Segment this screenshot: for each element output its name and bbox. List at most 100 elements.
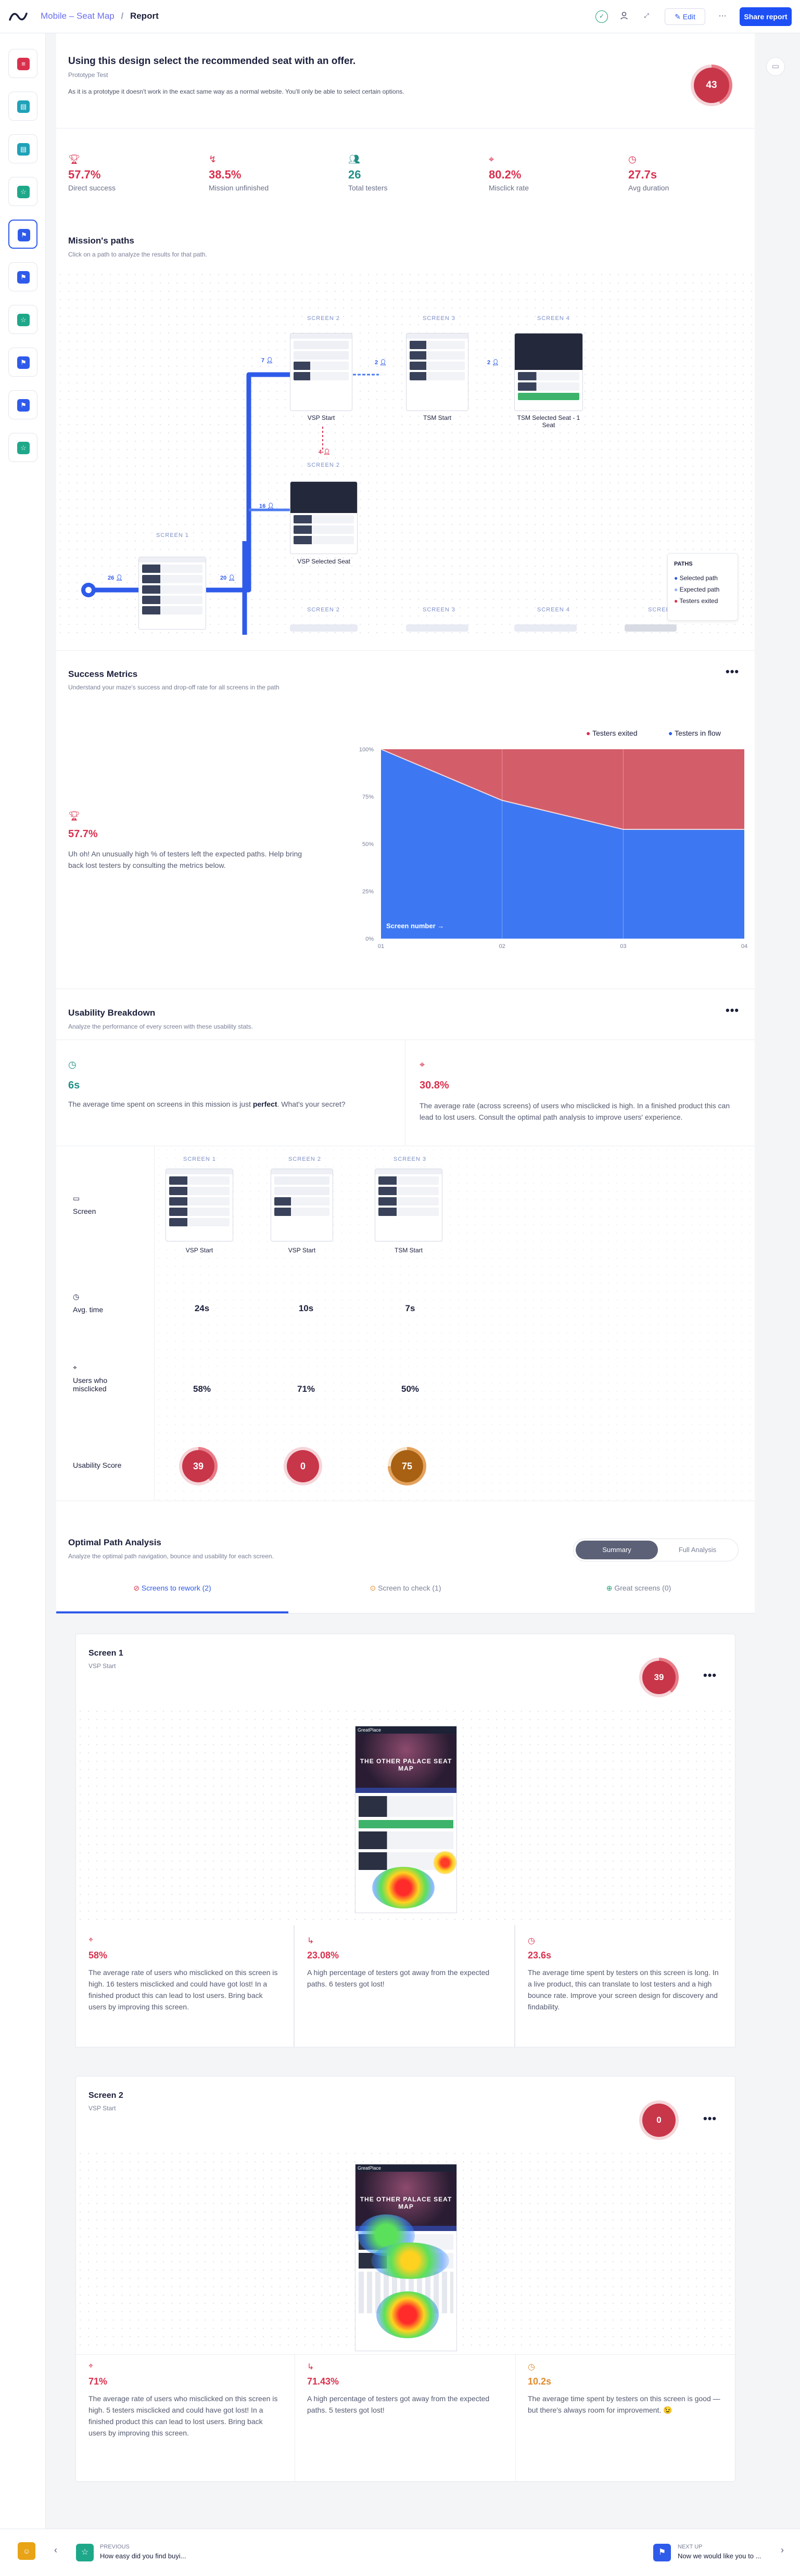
success-chart: 0% 25% 50% 75% 100% 01 02 03 04 Screen number → xyxy=(359,747,747,950)
screen-card-more-button[interactable]: ••• xyxy=(703,2112,717,2125)
mission-score: 43 xyxy=(694,68,729,103)
path-screen-thumb[interactable] xyxy=(514,624,577,632)
share-report-button[interactable]: Share report xyxy=(740,7,792,26)
summary-toggle[interactable]: Summary xyxy=(576,1541,658,1559)
stat-card: ⌖ 58% The average rate of users who misc… xyxy=(75,1925,294,2047)
clock-icon: ◷ xyxy=(528,2363,535,2372)
path-screen-thumb[interactable] xyxy=(290,624,358,632)
avg-time-value: 6s xyxy=(68,1080,80,1091)
feedback-icon[interactable]: ☺ xyxy=(18,2542,35,2560)
block-item-opinion-2[interactable]: ☆ xyxy=(8,305,37,334)
trophy-icon: 🏆︎ xyxy=(68,811,80,821)
heatmap-screenshot[interactable]: GreatPlace THE OTHER PALACE SEAT MAP xyxy=(355,2164,457,2351)
tab-great-screens[interactable]: ⊕ Great screens (0) xyxy=(523,1584,755,1593)
star-icon: ☆ xyxy=(17,186,30,198)
comment-icon[interactable]: ▭ xyxy=(766,57,785,76)
expand-icon[interactable]: ⤢ xyxy=(640,10,653,23)
row-label-misclick: ⌖ Users who misclicked xyxy=(73,1363,135,1393)
chart-x-tick: 04 xyxy=(741,943,747,950)
flag-icon: ⚑ xyxy=(17,399,30,412)
path-screen-thumb[interactable] xyxy=(138,557,206,630)
block-item-context[interactable]: ≡ xyxy=(8,49,37,78)
success-subtitle: Understand your maze's success and drop-… xyxy=(68,684,280,691)
avg-misclick-text: The average rate (across screens) of use… xyxy=(420,1101,730,1121)
stage-label: SCREEN 2 xyxy=(307,315,340,322)
block-item-mission[interactable]: ⚑ xyxy=(8,262,37,291)
chart-x-tick: 03 xyxy=(620,943,626,950)
full-analysis-toggle[interactable]: Full Analysis xyxy=(659,1541,736,1559)
previous-block-title[interactable]: How easy did you find buyi... xyxy=(100,2552,186,2560)
status-check-icon[interactable]: ✓ xyxy=(595,10,608,23)
flag-icon: ⚑ xyxy=(18,229,30,241)
row-label-screen: ▭ Screen xyxy=(73,1194,96,1215)
heatmap-screenshot[interactable]: GreatPlace THE OTHER PALACE SEAT MAP xyxy=(355,1726,457,1913)
user-icon[interactable] xyxy=(618,10,630,23)
edit-button[interactable]: ✎ Edit xyxy=(665,8,705,25)
check-circle-icon: ⊕ xyxy=(606,1584,613,1592)
usability-more-button[interactable]: ••• xyxy=(726,1004,739,1017)
avg-time-text: The average time spent on screens in thi… xyxy=(68,1100,346,1108)
block-item-question-2[interactable]: ▤ xyxy=(8,134,37,163)
mission-note: As it is a prototype it doesn't work in … xyxy=(68,88,404,95)
usability-screen-thumb[interactable] xyxy=(166,1169,233,1241)
usability-screen-thumb[interactable] xyxy=(271,1169,333,1241)
maze-logo-icon[interactable] xyxy=(8,10,28,23)
screen-misclick: 71% xyxy=(297,1384,315,1394)
paths-title: Mission's paths xyxy=(68,236,134,246)
stage-label: SCREEN 3 xyxy=(423,315,456,322)
screen-card-more-button[interactable]: ••• xyxy=(703,1669,717,1682)
stage-label: SCREEN 2 xyxy=(307,607,340,613)
optimal-title: Optimal Path Analysis xyxy=(68,1537,161,1547)
block-item-opinion[interactable]: ☆ xyxy=(8,177,37,206)
more-options-icon[interactable]: ⋯ xyxy=(716,10,729,23)
next-block-title[interactable]: Now we would like you to ... xyxy=(678,2552,761,2560)
usability-title: Usability Breakdown xyxy=(68,1008,156,1018)
success-more-button[interactable]: ••• xyxy=(726,665,739,678)
chart-y-tick: 75% xyxy=(362,794,374,800)
metric-avg-duration: ◷ 27.7s Avg duration xyxy=(628,154,669,192)
path-screen-thumb[interactable] xyxy=(514,333,583,411)
legend-in-flow: ● Testers in flow xyxy=(668,729,721,737)
avg-misclick-value: 30.8% xyxy=(420,1080,449,1091)
block-item-mission-active[interactable]: ⚑ xyxy=(8,220,37,249)
path-count-badge: 2 👤︎ xyxy=(375,360,387,366)
paths-subtitle: Click on a path to analyze the results f… xyxy=(68,251,207,258)
block-item-mission-2[interactable]: ⚑ xyxy=(8,348,37,377)
next-label[interactable]: NEXT UP xyxy=(678,2544,702,2550)
cursor-target-icon: ⌖ xyxy=(420,1059,425,1070)
chart-y-tick: 25% xyxy=(362,889,374,895)
stage-label: SCREEN 4 xyxy=(537,315,570,322)
usability-screen-thumb[interactable] xyxy=(375,1169,442,1241)
mission-title: Using this design select the recommended… xyxy=(68,56,356,67)
block-item-question[interactable]: ▤ xyxy=(8,92,37,121)
metric-mission-unfinished: ↯ 38.5% Mission unfinished xyxy=(209,154,269,192)
previous-label[interactable]: PREVIOUS xyxy=(100,2544,130,2550)
block-item-opinion-3[interactable]: ☆ xyxy=(8,433,37,462)
next-chevron-icon[interactable]: › xyxy=(781,2545,784,2556)
tab-screens-to-rework[interactable]: ⊘ Screens to rework (2) xyxy=(56,1584,288,1593)
block-rail: ≡ ▤ ▤ ☆ ⚑ ⚑ ☆ ⚑ ⚑ ☆ xyxy=(0,33,46,2576)
path-screen-thumb[interactable] xyxy=(290,333,352,411)
path-screen-thumb[interactable] xyxy=(290,481,358,554)
block-item-mission-3[interactable]: ⚑ xyxy=(8,390,37,419)
mission-score-ring: 43 xyxy=(691,65,732,106)
tab-screen-to-check[interactable]: ⊙ Screen to check (1) xyxy=(289,1584,522,1593)
usability-subtitle: Analyze the performance of every screen … xyxy=(68,1023,253,1030)
breadcrumb-project[interactable]: Mobile – Seat Map xyxy=(41,11,115,21)
previous-chevron-icon[interactable]: ‹ xyxy=(54,2545,57,2556)
path-exit-icon: ↳ xyxy=(307,1937,314,1945)
clock-icon: ◷ xyxy=(628,154,637,164)
exit-arrow-icon: ↯ xyxy=(209,154,217,164)
path-screen-thumb[interactable] xyxy=(406,333,468,411)
chart-y-tick: 0% xyxy=(365,936,374,942)
breadcrumb: Mobile – Seat Map / Report xyxy=(41,11,159,21)
optimal-subtitle: Analyze the optimal path navigation, bou… xyxy=(68,1553,274,1560)
path-screen-thumb[interactable] xyxy=(625,624,677,632)
screen-card-title: Screen 1 xyxy=(88,1649,123,1658)
flag-icon: ⚑ xyxy=(653,2544,671,2561)
path-screen-thumb[interactable] xyxy=(406,624,468,632)
cursor-target-icon: ⌖ xyxy=(489,154,494,164)
stage-label: SCREEN 3 xyxy=(423,607,456,613)
heatmap-hotspot xyxy=(371,2242,449,2279)
chart-y-tick: 100% xyxy=(359,747,374,753)
